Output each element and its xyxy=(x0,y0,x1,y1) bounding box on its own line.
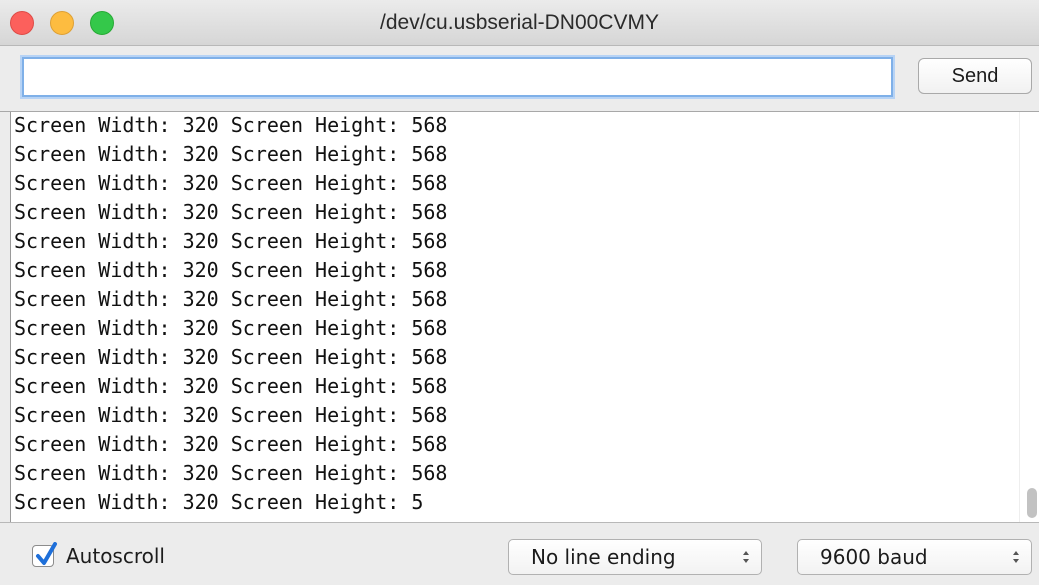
output-line: Screen Width: 320 Screen Height: 568 xyxy=(14,374,448,398)
checkmark-icon xyxy=(36,542,57,565)
zoom-icon[interactable] xyxy=(90,11,114,35)
window-title: /dev/cu.usbserial-DN00CVMY xyxy=(380,11,659,34)
close-icon[interactable] xyxy=(10,11,34,35)
bottom-bar: Autoscroll No line ending 9600 baud xyxy=(0,522,1039,585)
output-line: Screen Width: 320 Screen Height: 568 xyxy=(14,113,448,137)
output-line: Screen Width: 320 Screen Height: 568 xyxy=(14,345,448,369)
output-line: Screen Width: 320 Screen Height: 568 xyxy=(14,461,448,485)
line-ending-value: No line ending xyxy=(531,545,676,569)
output-line: Screen Width: 320 Screen Height: 568 xyxy=(14,142,448,166)
output-line: Screen Width: 320 Screen Height: 568 xyxy=(14,316,448,340)
output-lines: Screen Width: 320 Screen Height: 568 Scre… xyxy=(14,112,447,517)
serial-monitor-window: /dev/cu.usbserial-DN00CVMY Send Screen W… xyxy=(0,0,1039,585)
output-line: Screen Width: 320 Screen Height: 568 xyxy=(14,258,448,282)
baud-rate-select[interactable]: 9600 baud xyxy=(797,539,1032,575)
minimize-icon[interactable] xyxy=(50,11,74,35)
vertical-scrollbar[interactable] xyxy=(1019,112,1039,522)
output-line: Screen Width: 320 Screen Height: 568 xyxy=(14,403,448,427)
send-button[interactable]: Send xyxy=(918,58,1032,94)
output-line: Screen Width: 320 Screen Height: 5 xyxy=(14,490,424,514)
updown-chevron-icon xyxy=(1013,551,1019,563)
output-line: Screen Width: 320 Screen Height: 568 xyxy=(14,287,448,311)
output-line: Screen Width: 320 Screen Height: 568 xyxy=(14,171,448,195)
title-bar[interactable]: /dev/cu.usbserial-DN00CVMY xyxy=(0,0,1039,46)
output-line: Screen Width: 320 Screen Height: 568 xyxy=(14,229,448,253)
autoscroll-label: Autoscroll xyxy=(66,544,165,568)
send-toolbar: Send xyxy=(0,46,1039,112)
baud-rate-value: 9600 baud xyxy=(820,545,928,569)
updown-chevron-icon xyxy=(743,551,749,563)
serial-output[interactable]: Screen Width: 320 Screen Height: 568 Scre… xyxy=(10,112,1039,522)
output-line: Screen Width: 320 Screen Height: 568 xyxy=(14,432,448,456)
output-line: Screen Width: 320 Screen Height: 568 xyxy=(14,200,448,224)
scrollbar-thumb[interactable] xyxy=(1027,488,1037,518)
autoscroll-checkbox[interactable] xyxy=(32,542,57,567)
autoscroll-toggle[interactable]: Autoscroll xyxy=(32,542,165,568)
line-ending-select[interactable]: No line ending xyxy=(508,539,762,575)
send-input[interactable] xyxy=(22,57,893,97)
